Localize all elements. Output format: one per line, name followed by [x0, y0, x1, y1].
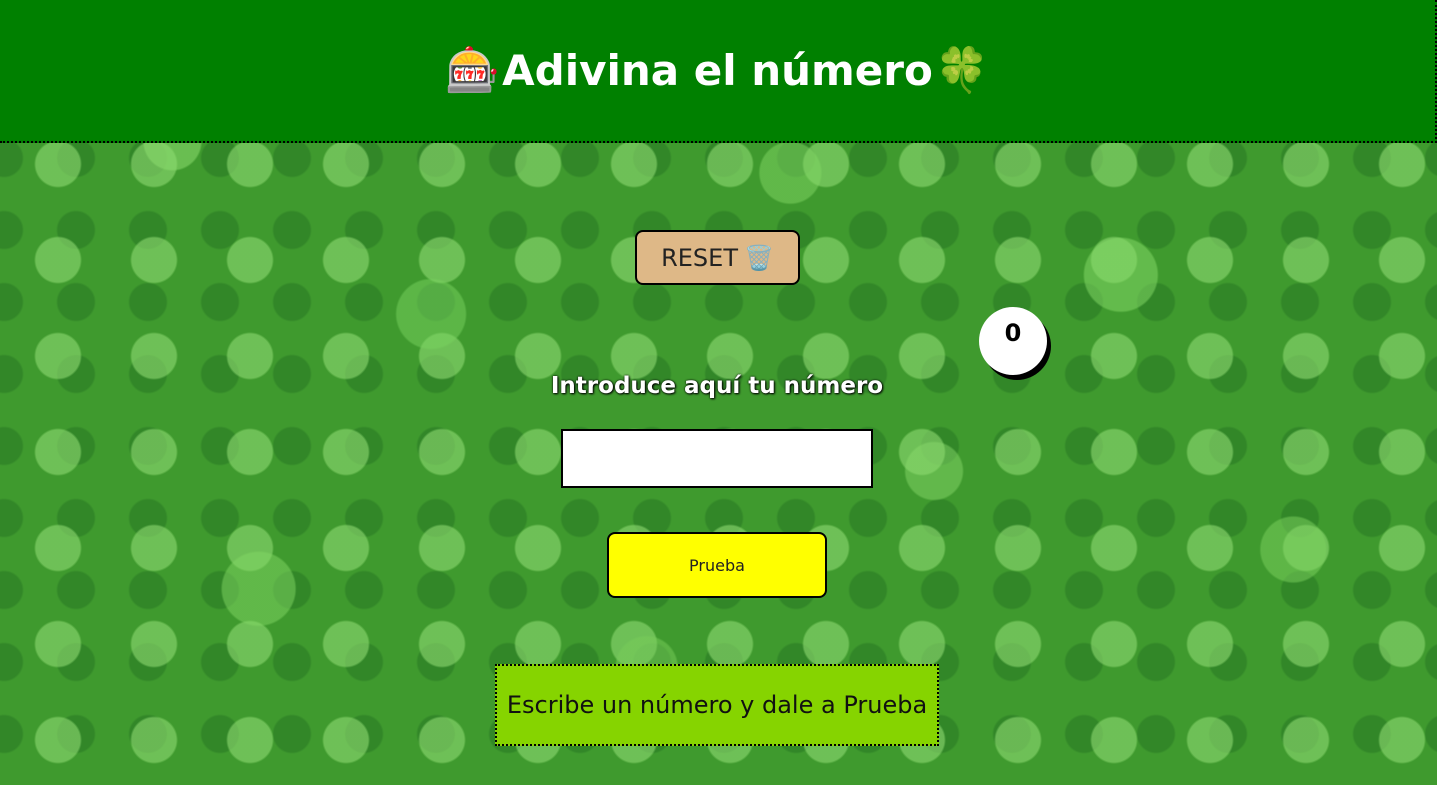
attempts-counter: 0 [979, 307, 1047, 375]
page-title: 🎰 Adivina el número 🍀 [445, 46, 989, 95]
four-leaf-clover-icon: 🍀 [934, 44, 990, 96]
guess-input[interactable] [561, 429, 873, 488]
trash-can-icon: 🗑️ [744, 243, 774, 272]
try-button[interactable]: Prueba [607, 532, 827, 598]
message-box: Escribe un número y dale a Prueba [495, 664, 939, 746]
message-text: Escribe un número y dale a Prueba [506, 691, 928, 719]
reset-button-label: RESET [661, 243, 738, 272]
slot-machine-icon: 🎰 [445, 44, 501, 96]
page-header: 🎰 Adivina el número 🍀 [0, 0, 1437, 143]
page-title-text: Adivina el número [502, 46, 933, 95]
guess-input-label: Introduce aquí tu número [550, 373, 884, 399]
reset-button[interactable]: RESET 🗑️ [635, 230, 800, 285]
